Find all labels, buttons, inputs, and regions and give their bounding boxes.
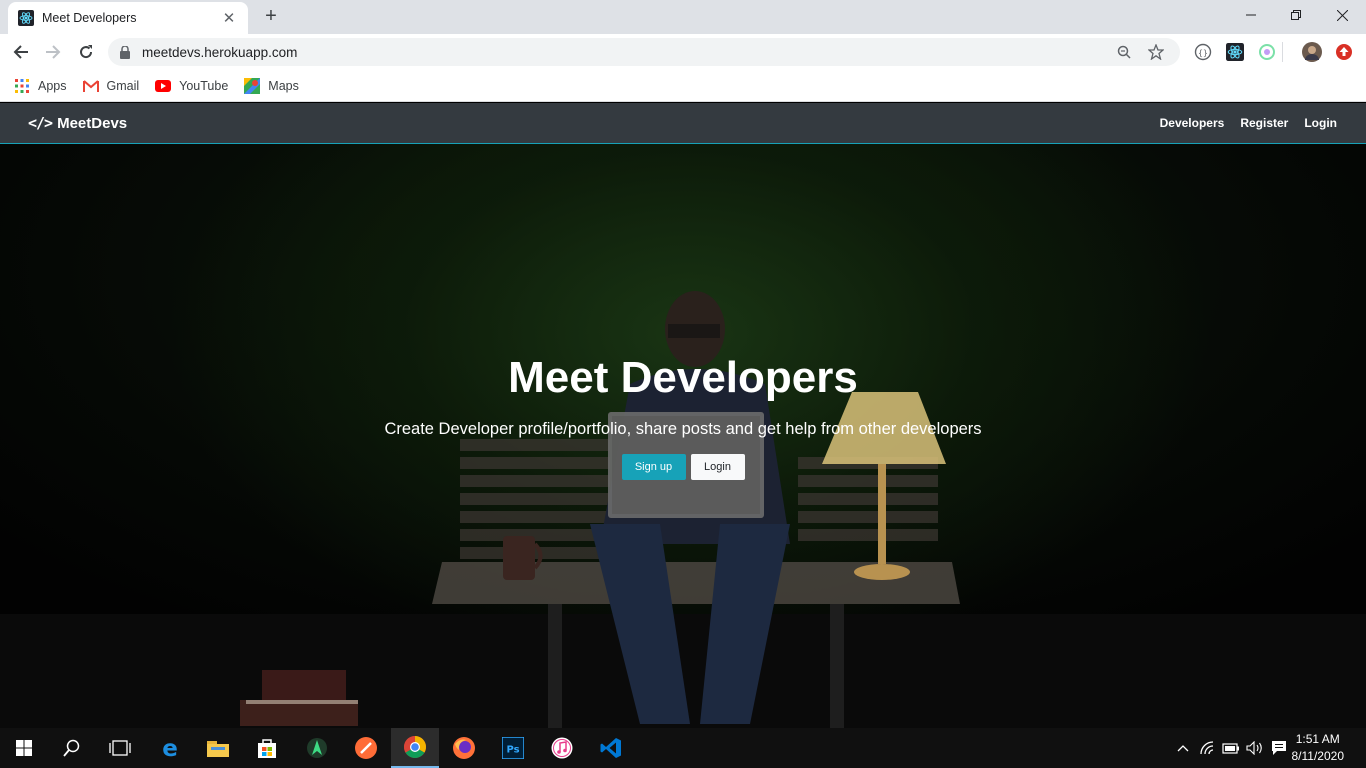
chrome-icon[interactable] [391, 728, 439, 768]
minimize-icon[interactable] [1229, 4, 1273, 26]
bookmark-star-icon[interactable] [1144, 40, 1168, 64]
landing-content: Meet Developers Create Developer profile… [0, 350, 1366, 480]
hero-title: Meet Developers [508, 353, 858, 402]
forward-arrow-icon[interactable] [40, 40, 66, 64]
volume-icon[interactable] [1245, 728, 1265, 768]
search-icon[interactable] [48, 728, 96, 768]
browser-tab[interactable]: Meet Developers ✕ [8, 2, 248, 34]
clock-time: 1:51 AM [1295, 732, 1340, 746]
gmail-icon [82, 78, 99, 94]
clock-date: 8/11/2020 [1291, 749, 1345, 763]
extension-code-icon[interactable]: {} [1193, 42, 1213, 62]
apps-grid-icon [14, 78, 30, 94]
brand-name: MeetDevs [57, 114, 128, 132]
maps-icon [244, 77, 261, 94]
bookmark-apps[interactable]: Apps [14, 78, 67, 94]
browser-toolbar: meetdevs.herokuapp.com {} [0, 34, 1366, 70]
svg-text:{}: {} [1198, 49, 1208, 58]
nav-link-register[interactable]: Register [1240, 116, 1288, 130]
restore-icon[interactable] [1274, 4, 1318, 26]
react-favicon-icon [18, 10, 34, 26]
chevron-up-icon[interactable] [1174, 728, 1192, 768]
windows-start-icon[interactable] [0, 728, 48, 768]
new-tab-plus-icon[interactable]: + [260, 5, 282, 27]
lock-icon [120, 45, 132, 59]
wifi-icon[interactable] [1198, 728, 1218, 768]
redux-devtools-icon[interactable] [1257, 42, 1277, 62]
bookmarks-bar: Apps Gmail YouTube Maps [0, 70, 1366, 102]
itunes-icon[interactable] [538, 728, 586, 768]
postman-icon[interactable] [342, 728, 390, 768]
youtube-icon [155, 78, 172, 94]
vscode-icon[interactable] [587, 728, 635, 768]
bookmark-label: Apps [38, 78, 67, 93]
login-button[interactable]: Login [690, 454, 745, 480]
reload-icon[interactable] [73, 40, 99, 64]
bookmark-label: Maps [268, 78, 299, 93]
zoom-icon[interactable] [1112, 40, 1136, 64]
hero-buttons: Sign up Login [0, 454, 1366, 480]
tab-title: Meet Developers [42, 11, 137, 25]
bookmark-gmail[interactable]: Gmail [82, 78, 140, 94]
browser-tab-strip: Meet Developers ✕ + [0, 0, 1366, 34]
edge-icon[interactable]: e [146, 728, 194, 768]
file-explorer-icon[interactable] [194, 728, 242, 768]
windows-taskbar: e Ps 1:51 AM 8/11/2020 [0, 728, 1366, 768]
store-icon[interactable] [243, 728, 291, 768]
brand-link[interactable]: </> MeetDevs [28, 114, 127, 132]
signup-button[interactable]: Sign up [621, 454, 686, 480]
bookmark-maps[interactable]: Maps [244, 77, 299, 94]
bookmark-youtube[interactable]: YouTube [155, 78, 228, 94]
site-nav-links: Developers Register Login [1144, 116, 1337, 130]
hero-lead: Create Developer profile/portfolio, shar… [384, 420, 982, 438]
react-devtools-icon[interactable] [1225, 42, 1245, 62]
bookmark-label: YouTube [179, 78, 229, 93]
window-close-icon[interactable] [1320, 4, 1364, 26]
update-arrow-icon[interactable] [1334, 42, 1354, 62]
svg-text:Ps: Ps [506, 745, 519, 756]
address-bar[interactable]: meetdevs.herokuapp.com [108, 38, 1180, 66]
url-text: meetdevs.herokuapp.com [142, 44, 298, 60]
battery-icon[interactable] [1221, 728, 1241, 768]
notification-icon[interactable] [1269, 728, 1289, 768]
firefox-icon[interactable] [440, 728, 488, 768]
landing-hero: Meet Developers Create Developer profile… [0, 144, 1366, 728]
tab-close-icon[interactable]: ✕ [220, 9, 238, 27]
code-icon: </> [28, 114, 53, 132]
svg-text:e: e [162, 737, 178, 759]
android-studio-icon[interactable] [293, 728, 341, 768]
nav-link-login[interactable]: Login [1304, 116, 1337, 130]
toolbar-divider [1282, 42, 1283, 62]
bookmark-label: Gmail [106, 78, 140, 93]
site-navbar: </> MeetDevs Developers Register Login [0, 103, 1366, 144]
taskbar-clock[interactable]: 1:51 AM 8/11/2020 [1292, 731, 1345, 765]
photoshop-icon[interactable]: Ps [489, 728, 537, 768]
back-arrow-icon[interactable] [8, 40, 34, 64]
task-view-icon[interactable] [96, 728, 144, 768]
profile-avatar[interactable] [1302, 42, 1322, 62]
nav-link-developers[interactable]: Developers [1160, 116, 1225, 130]
